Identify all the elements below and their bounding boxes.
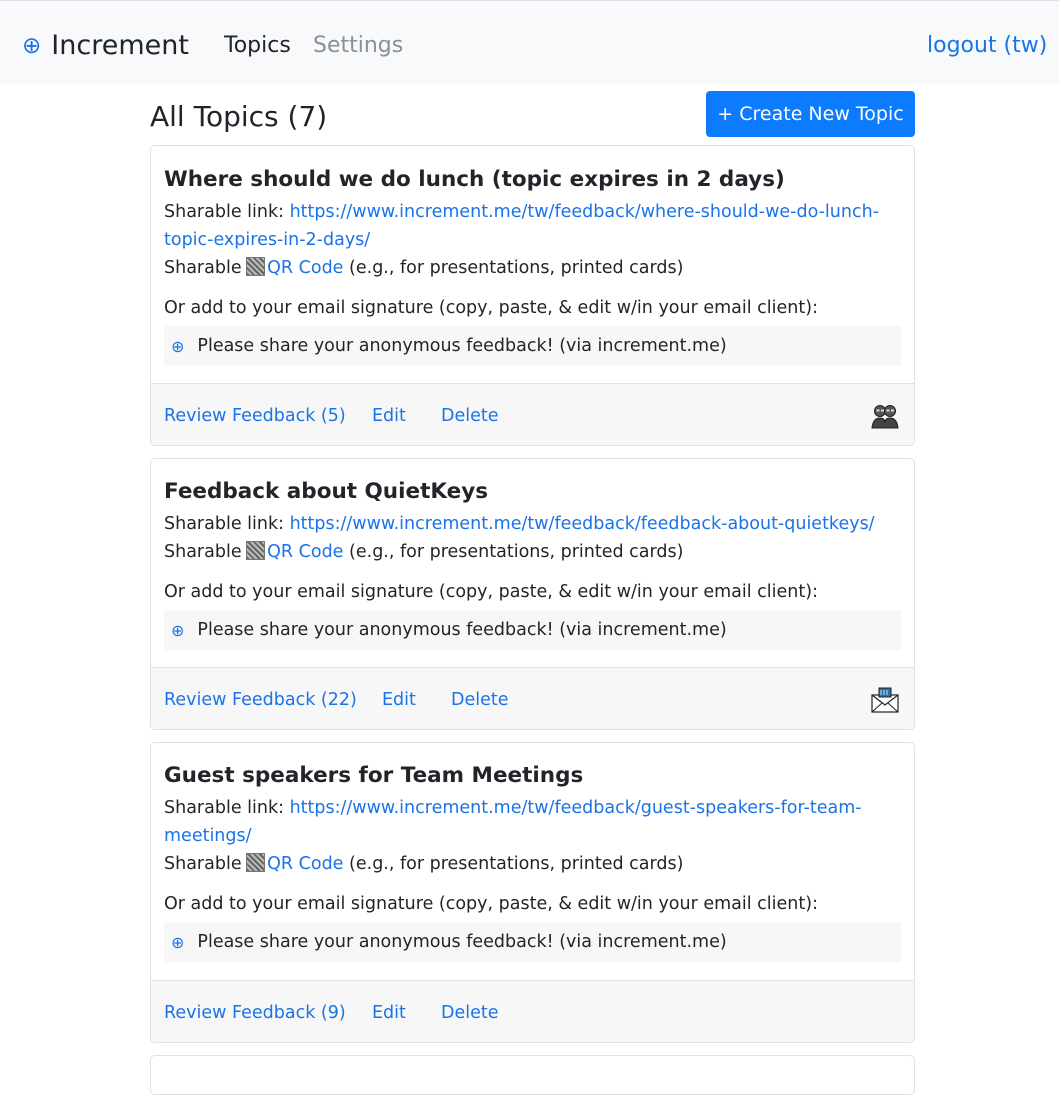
sharable-link-url[interactable]: https://www.increment.me/tw/feedback/fee… [290,514,875,534]
sharable-label: Sharable [164,258,248,278]
review-feedback-link[interactable]: Review Feedback (22) [164,688,357,712]
edit-link[interactable]: Edit [372,404,406,428]
sharable-link-url-continued[interactable]: topic-expires-in-2-days/ [164,230,370,250]
envelope-icon [871,687,899,713]
sharable-link-label: Sharable link: [164,202,290,222]
delete-link[interactable]: Delete [451,688,509,712]
logout-link[interactable]: logout (tw) [927,32,1047,60]
topic-title: Feedback about QuietKeys [164,479,489,504]
topic-card-body: Feedback about QuietKeys Sharable link: … [151,459,914,650]
signature-text: Please share your anonymous feedback! (v… [197,932,727,952]
signature-text: Please share your anonymous feedback! (v… [197,620,727,640]
nav-topics[interactable]: Topics [224,32,291,60]
qr-code-icon [246,541,266,560]
qr-code-link[interactable]: QR Code [267,854,343,874]
sharable-link-url[interactable]: https://www.increment.me/tw/feedback/whe… [290,202,879,222]
email-signature-box[interactable]: ⊕ Please share your anonymous feedback! … [164,922,901,962]
qr-code-icon [246,257,266,276]
qr-code-link[interactable]: QR Code [267,258,343,278]
topic-title: Where should we do lunch (topic expires … [164,167,785,192]
increment-logo-icon: ⊕ [171,932,185,952]
signature-intro: Or add to your email signature (copy, pa… [164,582,818,602]
increment-logo-icon: ⊕ [171,336,185,356]
nav-settings[interactable]: Settings [313,32,403,60]
sharable-label: Sharable [164,542,248,562]
sharable-link-row: Sharable link: https://www.increment.me/… [164,510,901,538]
edit-link[interactable]: Edit [382,688,416,712]
topic-card-footer: Review Feedback (22) Edit Delete [151,667,914,729]
signature-intro: Or add to your email signature (copy, pa… [164,894,818,914]
email-signature-box[interactable]: ⊕ Please share your anonymous feedback! … [164,610,901,650]
qr-code-note: (e.g., for presentations, printed cards) [343,258,684,278]
create-new-topic-button[interactable]: + Create New Topic [706,91,915,137]
review-feedback-link[interactable]: Review Feedback (5) [164,404,346,428]
brand-name: Increment [51,30,189,61]
sharable-label: Sharable [164,854,248,874]
topic-card-footer: Review Feedback (9) Edit Delete [151,980,914,1042]
sharable-link-url-continued[interactable]: meetings/ [164,826,252,846]
qr-code-note: (e.g., for presentations, printed cards) [343,854,684,874]
topic-title: Guest speakers for Team Meetings [164,763,584,788]
two-users-icon [871,405,899,429]
qr-code-note: (e.g., for presentations, printed cards) [343,542,684,562]
topic-card-footer: Review Feedback (5) Edit Delete [151,383,914,445]
topic-card-body: Where should we do lunch (topic expires … [151,146,914,366]
topic-card [150,1055,915,1095]
page-title: All Topics (7) [150,100,328,133]
qr-code-link[interactable]: QR Code [267,542,343,562]
signature-intro: Or add to your email signature (copy, pa… [164,298,818,318]
qr-code-row: Sharable QR Code (e.g., for presentation… [164,850,901,878]
topic-card: Feedback about QuietKeys Sharable link: … [150,458,915,730]
increment-logo-icon: ⊕ [22,33,42,59]
delete-link[interactable]: Delete [441,1001,499,1025]
sharable-link-row-continued: meetings/ [164,822,901,850]
topic-card: Guest speakers for Team Meetings Sharabl… [150,742,915,1043]
edit-link[interactable]: Edit [372,1001,406,1025]
brand-link[interactable]: ⊕ Increment [22,29,189,63]
sharable-link-label: Sharable link: [164,514,290,534]
sharable-link-row: Sharable link: https://www.increment.me/… [164,198,901,226]
email-signature-box[interactable]: ⊕ Please share your anonymous feedback! … [164,326,901,366]
review-feedback-link[interactable]: Review Feedback (9) [164,1001,346,1025]
topic-card: Where should we do lunch (topic expires … [150,145,915,446]
sharable-link-label: Sharable link: [164,798,290,818]
delete-link[interactable]: Delete [441,404,499,428]
signature-text: Please share your anonymous feedback! (v… [197,336,727,356]
sharable-link-url[interactable]: https://www.increment.me/tw/feedback/gue… [290,798,862,818]
qr-code-icon [246,853,266,872]
sharable-link-row-continued: topic-expires-in-2-days/ [164,226,901,254]
sharable-link-row: Sharable link: https://www.increment.me/… [164,794,901,822]
increment-logo-icon: ⊕ [171,620,185,640]
topic-card-body: Guest speakers for Team Meetings Sharabl… [151,743,914,962]
navbar: ⊕ Increment Topics Settings logout (tw) [0,0,1059,85]
qr-code-row: Sharable QR Code (e.g., for presentation… [164,254,901,282]
qr-code-row: Sharable QR Code (e.g., for presentation… [164,538,901,566]
